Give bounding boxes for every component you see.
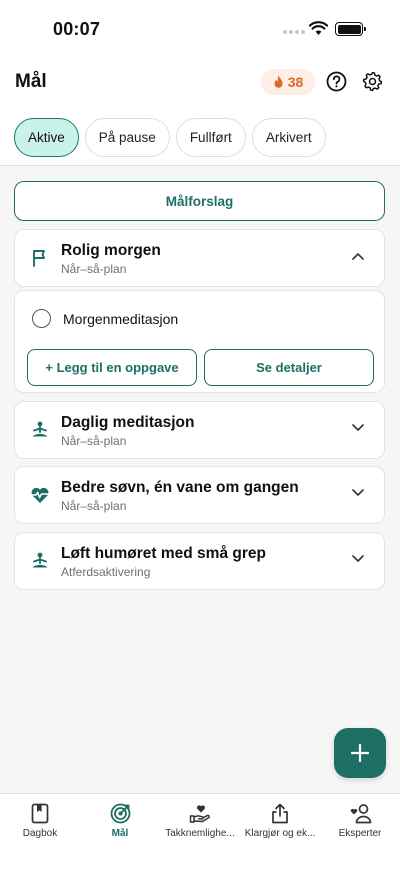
goal-title: Bedre søvn, én vane om gangen (61, 479, 299, 496)
battery-icon (335, 22, 366, 36)
meditation-icon (32, 552, 48, 568)
chevron-down-icon[interactable] (352, 555, 364, 563)
goal-expanded-panel: Morgenmeditasjon + Legg til en oppgave S… (14, 290, 385, 393)
nav-label: Klargjør og ek... (244, 828, 316, 839)
plus-icon (351, 744, 369, 762)
goal-card[interactable]: Daglig meditasjon Når–så-plan (14, 401, 385, 459)
experts-icon (350, 803, 371, 823)
goal-subtitle: Når–så-plan (61, 499, 127, 513)
task-label: Morgenmeditasjon (63, 311, 179, 327)
meditation-icon (32, 421, 48, 437)
nav-item-takknemlighet[interactable]: Takknemlighe... (160, 794, 240, 869)
see-details-button[interactable]: Se detaljer (204, 349, 374, 386)
goal-title: Daglig meditasjon (61, 414, 195, 431)
chevron-up-icon[interactable] (352, 252, 364, 260)
nav-item-mal[interactable]: Mål (80, 794, 160, 869)
flame-icon (274, 75, 283, 88)
task-checkbox[interactable] (32, 309, 51, 328)
tab-fullfort[interactable]: Fullført (175, 118, 246, 157)
streak-count: 38 (287, 74, 304, 90)
tab-aktive[interactable]: Aktive (14, 118, 79, 157)
status-tabs: Aktive På pause Fullført Arkivert (14, 118, 326, 157)
status-bar: 00:07 (0, 0, 400, 56)
goal-suggestions-button[interactable]: Målforslag (14, 181, 385, 221)
status-time: 00:07 (53, 19, 101, 39)
goal-title: Løft humøret med små grep (61, 545, 266, 562)
nav-item-eksperter[interactable]: Eksperter (320, 794, 400, 869)
signal-icon (283, 30, 305, 34)
add-goal-button[interactable] (334, 728, 386, 778)
chevron-down-icon[interactable] (352, 424, 364, 432)
chevron-down-icon[interactable] (352, 489, 364, 497)
share-icon (272, 803, 288, 823)
add-task-button[interactable]: + Legg til en oppgave (27, 349, 197, 386)
target-icon (110, 803, 130, 823)
nav-label: Eksperter (338, 828, 382, 839)
nav-item-dagbok[interactable]: Dagbok (0, 794, 80, 869)
goal-subtitle: Atferdsaktivering (61, 565, 151, 579)
goal-card[interactable]: Løft humøret med små grep Atferdsaktiver… (14, 532, 385, 590)
flag-icon (33, 250, 45, 267)
nav-label: Mål (111, 828, 129, 839)
goal-title: Rolig morgen (61, 242, 161, 259)
header: Mål 38 Aktive På pause Fullført Arkivert (0, 56, 400, 166)
heart-pulse-icon (31, 487, 49, 503)
goal-subtitle: Når–så-plan (61, 262, 127, 276)
wifi-icon (309, 21, 328, 35)
gratitude-icon (189, 804, 211, 823)
journal-icon (31, 803, 49, 823)
streak-badge[interactable]: 38 (261, 69, 315, 95)
nav-label: Takknemlighe... (165, 828, 235, 839)
bottom-nav: Dagbok Mål Takknemlighe... Klargjør og e… (0, 793, 400, 869)
gear-icon[interactable] (362, 71, 383, 92)
goal-card[interactable]: Rolig morgen Når–så-plan (14, 229, 385, 287)
nav-item-klargjor[interactable]: Klargjør og ek... (240, 794, 320, 869)
tab-pa-pause[interactable]: På pause (84, 118, 170, 157)
nav-label: Dagbok (22, 828, 58, 839)
page-title: Mål (15, 71, 47, 92)
tab-arkivert[interactable]: Arkivert (251, 118, 326, 157)
goal-card[interactable]: Bedre søvn, én vane om gangen Når–så-pla… (14, 466, 385, 524)
help-icon[interactable] (326, 71, 347, 92)
goal-subtitle: Når–så-plan (61, 434, 127, 448)
